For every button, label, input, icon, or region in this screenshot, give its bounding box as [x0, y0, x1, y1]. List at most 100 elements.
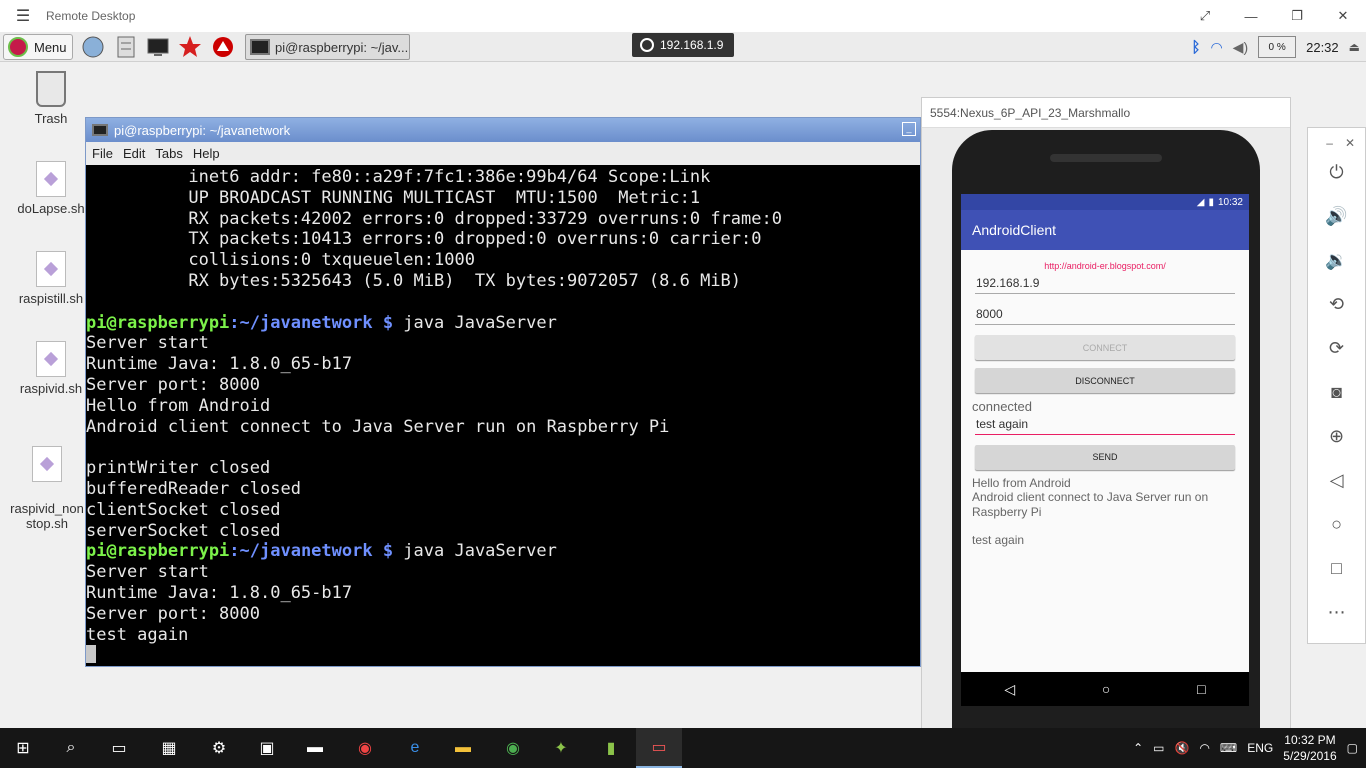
terminal-window[interactable]: pi@raspberrypi: ~/javanetwork _ File Edi…: [85, 117, 921, 667]
rotate-right-icon[interactable]: ⟳: [1308, 326, 1365, 370]
prompt-path: :~/javanetwork $: [229, 312, 394, 333]
bluetooth-icon[interactable]: ᛒ: [1191, 39, 1200, 56]
mathematica-icon[interactable]: [178, 35, 202, 59]
send-button[interactable]: SEND: [975, 444, 1235, 470]
restore-button[interactable]: ❐: [1274, 0, 1320, 32]
menu-tabs[interactable]: Tabs: [155, 146, 182, 161]
terminal-minimize-button[interactable]: _: [902, 122, 916, 136]
wifi-icon[interactable]: ◠: [1210, 39, 1222, 56]
desktop-icon-label: raspivid_non stop.sh: [10, 501, 84, 531]
terminal-menubar: File Edit Tabs Help: [86, 142, 920, 165]
rotate-left-icon[interactable]: ⟲: [1308, 282, 1365, 326]
taskbar-app-icon[interactable]: ▦: [146, 728, 192, 768]
toolbar-minimize-button[interactable]: –: [1326, 136, 1333, 150]
close-button[interactable]: ✕: [1320, 0, 1366, 32]
hamburger-menu-icon[interactable]: ☰: [0, 6, 46, 26]
network-app-icon[interactable]: ⚙: [196, 728, 242, 768]
desktop-icon-raspivid-nonstop[interactable]: raspivid_non stop.sh: [6, 431, 88, 546]
cmd-icon[interactable]: ▬: [292, 728, 338, 768]
menu-button[interactable]: Menu: [3, 34, 73, 60]
android-navbar: ◁ ○ □: [961, 672, 1249, 706]
remote-app-icon[interactable]: ▣: [244, 728, 290, 768]
chrome-icon-2[interactable]: ◉: [490, 728, 536, 768]
taskbar-terminal-button[interactable]: pi@raspberrypi: ~/jav...: [245, 34, 410, 60]
connect-button[interactable]: CONNECT: [975, 335, 1235, 360]
menu-help[interactable]: Help: [193, 146, 220, 161]
home-icon[interactable]: ○: [1102, 681, 1110, 697]
file-manager-icon[interactable]: [114, 35, 138, 59]
task-view-icon[interactable]: ▭: [96, 728, 142, 768]
camera-icon[interactable]: ◙: [1308, 370, 1365, 414]
eject-icon[interactable]: ⏏: [1349, 40, 1360, 54]
desktop-icon-dolapse[interactable]: doLapse.sh: [10, 161, 92, 216]
remote-desktop-taskbar-icon[interactable]: ▭: [636, 728, 682, 768]
back-icon[interactable]: ◁: [1308, 458, 1365, 502]
terminal-line: Server start: [86, 333, 209, 354]
terminal-icon: [92, 124, 108, 136]
chevron-up-icon[interactable]: ⌃: [1133, 741, 1143, 755]
home-icon[interactable]: ○: [1308, 502, 1365, 546]
prompt-command: java JavaServer: [393, 541, 557, 562]
message-field[interactable]: test again: [975, 415, 1235, 435]
keyboard-icon[interactable]: ⌨: [1220, 741, 1237, 755]
recents-icon[interactable]: □: [1197, 681, 1205, 697]
app-title: AndroidClient: [972, 222, 1057, 238]
android-studio-icon[interactable]: ✦: [538, 728, 584, 768]
connection-bar[interactable]: 192.168.1.9: [632, 33, 734, 57]
edge-icon[interactable]: e: [392, 728, 438, 768]
menu-edit[interactable]: Edit: [123, 146, 145, 161]
browser-icon[interactable]: [81, 35, 105, 59]
terminal-line: Server port: 8000: [86, 603, 260, 624]
ip-address-field[interactable]: 192.168.1.9: [975, 271, 1235, 294]
pi-top-panel: Menu pi@raspberrypi: ~/jav... 192.168.1.…: [0, 32, 1366, 62]
emulator-window[interactable]: 5554:Nexus_6P_API_23_Marshmallo ◢ ▮ 10:3…: [921, 97, 1291, 768]
mute-icon[interactable]: 🔇: [1174, 741, 1189, 755]
android-screen[interactable]: ◢ ▮ 10:32 AndroidClient http://android-e…: [961, 194, 1249, 672]
disconnect-button[interactable]: DISCONNECT: [975, 368, 1235, 393]
minimize-button[interactable]: —: [1228, 0, 1274, 32]
app-bar: AndroidClient: [961, 210, 1249, 250]
terminal-line: serverSocket closed: [86, 520, 281, 541]
desktop-icon-raspistill[interactable]: raspistill.sh: [10, 251, 92, 306]
signal-icon: ◢: [1196, 196, 1205, 208]
terminal-icon: [250, 39, 270, 55]
back-icon[interactable]: ◁: [1004, 681, 1015, 698]
toolbar-close-button[interactable]: ✕: [1345, 136, 1355, 150]
desktop-icon-raspivid[interactable]: raspivid.sh: [10, 341, 92, 396]
terminal-line: Hello from Android: [86, 395, 271, 416]
terminal-output[interactable]: inet6 addr: fe80::a29f:7fc1:386e:99b4/64…: [86, 165, 920, 667]
terminal-line: RX packets:42002 errors:0 dropped:33729 …: [86, 208, 782, 229]
desktop-icon-trash[interactable]: Trash: [10, 71, 92, 126]
power-icon[interactable]: ⏻: [1308, 150, 1365, 194]
terminal-titlebar[interactable]: pi@raspberrypi: ~/javanetwork _: [86, 118, 920, 142]
search-icon[interactable]: ⌕: [48, 728, 94, 768]
window-title: Remote Desktop: [46, 9, 136, 23]
chrome-icon[interactable]: ◉: [342, 728, 388, 768]
start-button[interactable]: ⊞: [0, 728, 46, 768]
zoom-icon[interactable]: ⊕: [1308, 414, 1365, 458]
terminal-launcher-icon[interactable]: [146, 35, 170, 59]
menu-label: Menu: [34, 39, 67, 55]
script-file-icon: [32, 446, 62, 482]
port-field[interactable]: 8000: [975, 302, 1235, 325]
more-icon[interactable]: ⋯: [1308, 590, 1365, 634]
language-indicator[interactable]: ENG: [1247, 741, 1273, 755]
wifi-icon[interactable]: ◠: [1199, 741, 1209, 755]
notifications-icon[interactable]: ▢: [1347, 741, 1358, 755]
app-icon[interactable]: ▮: [588, 728, 634, 768]
fullscreen-icon[interactable]: ⤢: [1182, 0, 1228, 32]
battery-icon[interactable]: ▭: [1153, 741, 1164, 755]
volume-icon[interactable]: ◀): [1233, 39, 1248, 56]
volume-down-icon[interactable]: 🔉: [1308, 238, 1365, 282]
wolfram-icon[interactable]: [211, 35, 235, 59]
terminal-line: UP BROADCAST RUNNING MULTICAST MTU:1500 …: [86, 187, 701, 208]
overview-icon[interactable]: □: [1308, 546, 1365, 590]
emulator-title[interactable]: 5554:Nexus_6P_API_23_Marshmallo: [922, 98, 1290, 128]
volume-up-icon[interactable]: 🔊: [1308, 194, 1365, 238]
windows-taskbar: ⊞ ⌕ ▭ ▦ ⚙ ▣ ▬ ◉ e ▬ ◉ ✦ ▮ ▭ ⌃ ▭ 🔇 ◠ ⌨ EN…: [0, 728, 1366, 768]
windows-clock[interactable]: 10:32 PM 5/29/2016: [1283, 732, 1336, 764]
blog-link[interactable]: http://android-er.blogspot.com/: [961, 261, 1249, 271]
menu-file[interactable]: File: [92, 146, 113, 161]
pi-clock: 22:32: [1306, 39, 1339, 55]
explorer-icon[interactable]: ▬: [440, 728, 486, 768]
